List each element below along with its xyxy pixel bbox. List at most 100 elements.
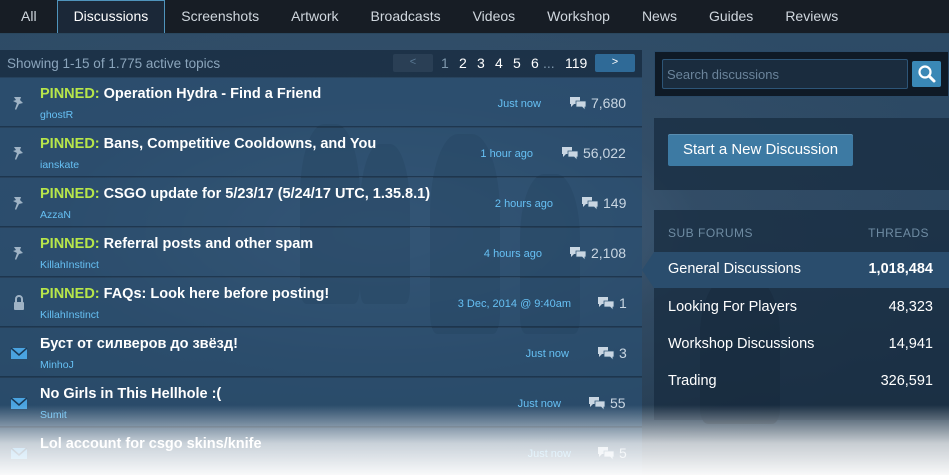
subforum-name: Trading bbox=[668, 373, 717, 389]
topic-reply-count: 56,022 bbox=[583, 145, 626, 161]
topic-author[interactable]: KillahInstinct bbox=[40, 259, 99, 271]
subforum-thread-count: 48,323 bbox=[888, 299, 933, 315]
tab-guides[interactable]: Guides bbox=[693, 0, 769, 33]
topic-row[interactable]: Буст от силверов до звёзд! MinhoJ Just now… bbox=[0, 328, 642, 377]
active-subforum-pointer bbox=[642, 252, 654, 288]
subforum-name: Workshop Discussions bbox=[668, 336, 815, 352]
subforums-panel: SUB FORUMS THREADS General Discussions 1… bbox=[654, 210, 949, 420]
subforum-thread-count: 326,591 bbox=[880, 373, 933, 389]
community-tab-bar: All Discussions Screenshots Artwork Broa… bbox=[0, 0, 949, 34]
topic-title[interactable]: PINNED: Bans, Competitive Cooldowns, and… bbox=[40, 136, 376, 152]
topic-reply-count: 55 bbox=[610, 395, 626, 411]
page-link[interactable]: 5 bbox=[513, 55, 521, 71]
topic-reply-count: 2,108 bbox=[591, 245, 627, 261]
next-page-button[interactable]: > bbox=[595, 54, 635, 72]
tab-discussions[interactable]: Discussions bbox=[56, 0, 166, 33]
topic-last-post-time: Just now bbox=[517, 398, 561, 410]
comments-icon bbox=[569, 96, 587, 111]
page-link[interactable]: 119 bbox=[565, 55, 587, 71]
pin-icon bbox=[10, 194, 28, 212]
page-link[interactable]: 4 bbox=[495, 55, 503, 71]
subforum-name: Looking For Players bbox=[668, 299, 797, 315]
topic-title[interactable]: PINNED: CSGO update for 5/23/17 (5/24/17… bbox=[40, 186, 430, 202]
topic-reply-count: 7,680 bbox=[591, 95, 627, 111]
topic-row[interactable]: PINNED: CSGO update for 5/23/17 (5/24/17… bbox=[0, 178, 642, 227]
topic-row[interactable]: PINNED: FAQs: Look here before posting! K… bbox=[0, 278, 642, 327]
subforum-thread-count: 1,018,484 bbox=[868, 261, 933, 277]
topic-title-text: FAQs: Look here before posting! bbox=[103, 286, 330, 302]
prev-page-button[interactable]: < bbox=[393, 54, 433, 72]
subforum-general-discussions[interactable]: General Discussions 1,018,484 bbox=[654, 252, 949, 288]
comments-icon bbox=[597, 446, 615, 461]
topic-row[interactable]: Lol account for csgo skins/knife Just now… bbox=[0, 428, 642, 475]
topic-author[interactable]: AzzaN bbox=[40, 209, 71, 221]
topic-last-post-time: Just now bbox=[527, 448, 571, 460]
topic-row[interactable]: PINNED: Bans, Competitive Cooldowns, and… bbox=[0, 128, 642, 177]
topic-title[interactable]: PINNED: Operation Hydra - Find a Friend bbox=[40, 86, 321, 102]
comments-icon bbox=[581, 196, 599, 211]
envelope-icon bbox=[10, 394, 28, 412]
page-link[interactable]: 6 bbox=[531, 55, 539, 71]
subforum-trading[interactable]: Trading 326,591 bbox=[654, 364, 949, 400]
tab-reviews[interactable]: Reviews bbox=[769, 0, 854, 33]
pin-icon bbox=[10, 144, 28, 162]
new-discussion-panel: Start a New Discussion bbox=[654, 118, 949, 190]
topic-author[interactable]: KillahInstinct bbox=[40, 309, 99, 321]
subforums-header: SUB FORUMS bbox=[668, 226, 754, 240]
page-link[interactable]: 1 bbox=[441, 55, 449, 71]
tab-videos[interactable]: Videos bbox=[457, 0, 532, 33]
page-link[interactable]: 3 bbox=[477, 55, 485, 71]
topic-reply-count: 5 bbox=[619, 445, 627, 461]
subforum-workshop-discussions[interactable]: Workshop Discussions 14,941 bbox=[654, 327, 949, 363]
page-link[interactable]: 2 bbox=[459, 55, 467, 71]
topic-title-text: CSGO update for 5/23/17 (5/24/17 UTC, 1.… bbox=[103, 186, 431, 202]
subforum-looking-for-players[interactable]: Looking For Players 48,323 bbox=[654, 290, 949, 326]
topic-last-post-time: Just now bbox=[497, 98, 541, 110]
pinned-label: PINNED: bbox=[40, 286, 100, 302]
topic-row[interactable]: PINNED: Referral posts and other spam Kil… bbox=[0, 228, 642, 277]
topic-author[interactable]: Sumit bbox=[40, 409, 67, 421]
tab-screenshots[interactable]: Screenshots bbox=[165, 0, 275, 33]
topic-title-text: Буст от силверов до звёзд! bbox=[40, 336, 238, 352]
topic-reply-count: 149 bbox=[603, 195, 627, 211]
search-input[interactable] bbox=[662, 59, 908, 89]
topic-author[interactable]: ghostR bbox=[40, 109, 73, 121]
topic-author[interactable]: MinhoJ bbox=[40, 359, 74, 371]
pinned-label: PINNED: bbox=[40, 186, 100, 202]
comments-icon bbox=[588, 396, 606, 411]
topic-title[interactable]: Буст от силверов до звёзд! bbox=[40, 336, 238, 352]
search-button[interactable] bbox=[912, 61, 941, 87]
topic-last-post-time: 4 hours ago bbox=[483, 248, 542, 260]
topic-title-text: Bans, Competitive Cooldowns, and You bbox=[103, 136, 377, 152]
page-ellipsis: ... bbox=[543, 55, 555, 71]
topic-reply-count: 3 bbox=[619, 345, 627, 361]
topic-last-post-time: 2 hours ago bbox=[494, 198, 553, 210]
topic-row[interactable]: No Girls in This Hellhole :( Sumit Just no… bbox=[0, 378, 642, 427]
tab-all[interactable]: All bbox=[0, 0, 57, 33]
topic-author[interactable]: ianskate bbox=[40, 159, 79, 171]
topic-title[interactable]: PINNED: Referral posts and other spam bbox=[40, 236, 313, 252]
envelope-icon bbox=[10, 344, 28, 362]
tab-broadcasts[interactable]: Broadcasts bbox=[355, 0, 457, 33]
search-icon bbox=[918, 65, 936, 83]
topic-last-post-time: 3 Dec, 2014 @ 9:40am bbox=[457, 298, 571, 310]
topic-title-text: No Girls in This Hellhole :( bbox=[40, 386, 222, 402]
search-panel bbox=[654, 51, 949, 97]
topic-title[interactable]: PINNED: FAQs: Look here before posting! bbox=[40, 286, 329, 302]
pinned-label: PINNED: bbox=[40, 136, 100, 152]
pin-icon bbox=[10, 94, 28, 112]
tab-workshop[interactable]: Workshop bbox=[531, 0, 626, 33]
start-new-discussion-button[interactable]: Start a New Discussion bbox=[668, 134, 853, 166]
topic-title[interactable]: No Girls in This Hellhole :( bbox=[40, 386, 221, 402]
comments-icon bbox=[597, 296, 615, 311]
pinned-label: PINNED: bbox=[40, 236, 100, 252]
topic-last-post-time: 1 hour ago bbox=[480, 148, 533, 160]
topic-title[interactable]: Lol account for csgo skins/knife bbox=[40, 436, 262, 452]
tab-news[interactable]: News bbox=[626, 0, 693, 33]
subforum-thread-count: 14,941 bbox=[888, 336, 933, 352]
pinned-label: PINNED: bbox=[40, 86, 100, 102]
topic-title-text: Operation Hydra - Find a Friend bbox=[103, 86, 322, 102]
topic-row[interactable]: PINNED: Operation Hydra - Find a Friend g… bbox=[0, 78, 642, 127]
comments-icon bbox=[569, 246, 587, 261]
tab-artwork[interactable]: Artwork bbox=[275, 0, 354, 33]
